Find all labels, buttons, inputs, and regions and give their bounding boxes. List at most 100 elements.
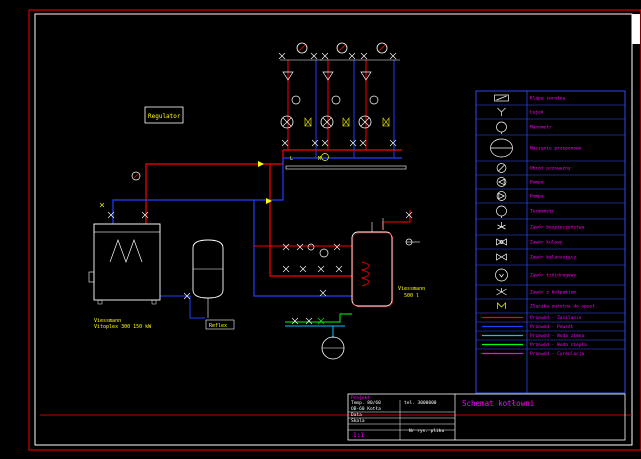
legend-item-label: Złączka zwrotna do spust.: [530, 304, 598, 310]
valve-icon: [317, 317, 325, 325]
legend-item-label: Pompa: [530, 180, 544, 186]
legend-line-label: Przewód - Cyrkulacja: [530, 350, 584, 357]
frame-corner-tab: [632, 14, 640, 44]
valve-icon: [319, 289, 327, 297]
pump-icon: [258, 161, 264, 167]
thermometer-icon: [307, 243, 315, 251]
pump-icon: [266, 198, 272, 204]
boiler: [88, 223, 161, 305]
legend-item-label: Klapa zwrotna: [530, 96, 566, 102]
main-fittings: [99, 161, 413, 325]
burner: [88, 271, 95, 283]
check-valve-icon: [497, 302, 506, 309]
legend-item-label: Pompa: [530, 194, 544, 200]
tb-phone: tel. 3000000: [404, 400, 437, 406]
valve-icon: [299, 265, 307, 273]
circuit-branch-3: [358, 42, 400, 158]
legend-line-label: Przewód - Woda zimna: [530, 332, 584, 339]
legend-item-label: Zawór z kołpakiem: [530, 289, 576, 296]
svg-text:L: L: [290, 156, 293, 162]
valve-icon: [311, 139, 319, 147]
valve-icon: [348, 52, 356, 60]
ball-valve-icon: [496, 238, 507, 246]
valve-icon: [282, 243, 290, 251]
valve-icon: [291, 317, 299, 325]
pump-alt-icon: [496, 191, 507, 201]
three-way-valve-icon: [382, 117, 390, 127]
thermometer-icon: [496, 205, 507, 218]
legend-line-label: Przewód - Zasilanie: [530, 314, 582, 321]
circuit-branch-1: L M: [278, 42, 322, 162]
three-way-valve-icon: [495, 268, 508, 282]
valve-icon: [360, 52, 368, 60]
air-vent-icon: [494, 94, 509, 102]
valve-icon: [333, 243, 341, 251]
expansion-vessel-icon: [490, 138, 513, 158]
manometer-icon: [496, 121, 507, 134]
valve-icon: [359, 139, 367, 147]
valve-icon: [321, 52, 329, 60]
valve-icon: [296, 243, 304, 251]
valve-icon: [282, 265, 290, 273]
tb-scale: 1:1: [353, 432, 364, 439]
expansion-vessel: [192, 239, 224, 318]
storage-tank: [351, 222, 394, 308]
valve-icon: [99, 202, 105, 208]
tb-sheet: Nr rys. pliku: [409, 428, 445, 434]
pump-icon: [496, 177, 507, 187]
valve-icon: [310, 52, 318, 60]
tank-volume: 500 l: [404, 293, 419, 299]
legend-item-label: Zawór trójdrogowy: [530, 272, 576, 279]
legend-table: Klapa zwrotna Lejek Manometr Naczynie przep…: [475, 90, 626, 394]
legend-item-label: Manometr: [530, 125, 552, 131]
valve-icon: [305, 317, 313, 325]
safety-valve-icon: [497, 222, 506, 230]
heating-coil: [360, 261, 370, 287]
sludge-separator: [285, 165, 407, 170]
drawing-title: Schemat kotłowni: [462, 399, 534, 408]
reflex-label: Reflex: [209, 323, 227, 329]
valve-icon: [281, 139, 289, 147]
main-piping: [112, 150, 420, 338]
tb-boiler: OB-60 Kotła: [351, 406, 381, 412]
valve-icon: [389, 139, 397, 147]
legend-item-label: Naczynie przeponowe: [530, 146, 582, 152]
manometer-icon: [321, 153, 329, 161]
three-way-valve-icon: [304, 117, 312, 127]
valve-icon: [389, 52, 397, 60]
boiler-model: Vitoplex 300 150 kW: [94, 324, 152, 330]
valve-icon: [141, 211, 149, 219]
tb-temp: Temp. 80/60: [351, 400, 381, 406]
thermometer-icon: [291, 95, 301, 105]
legend-item-label: Zawór kulowy: [530, 239, 563, 246]
valve-icon: [335, 265, 343, 273]
thermometer-icon: [331, 95, 341, 105]
valve-icon: [321, 139, 329, 147]
boiler-room-schematic: L M Regulator Viessmann Vitoplex 300 150…: [28, 9, 641, 451]
three-way-valve-icon: [342, 117, 350, 127]
cad-drawing: L M Regulator Viessmann Vitoplex 300 150…: [0, 0, 641, 455]
valve-icon: [349, 139, 357, 147]
circuit-branch-2: [320, 42, 360, 158]
safety-valve-icon: [405, 211, 413, 219]
tb-date: Data: [351, 412, 362, 418]
flame-icon: [109, 238, 143, 264]
flow-meter-icon: [496, 163, 507, 173]
tb-scale-label: Skala: [351, 418, 365, 424]
valve-icon: [278, 52, 286, 60]
legend-item-label: Obrót przeważny: [530, 165, 571, 172]
legend-item-label: Zawór balansujący: [530, 254, 576, 261]
tank-brand: Viessmann: [398, 286, 425, 292]
thermometer-icon: [369, 95, 379, 105]
regulator-label: Regulator: [148, 113, 181, 120]
title-block: Projekt Temp. 80/60 tel. 3000000 OB-60 K…: [347, 393, 626, 441]
legend-item-label: Termometr: [530, 209, 555, 215]
legend-item-label: Zawór bezpieczeństwa: [530, 224, 584, 231]
legend-item-label: Lejek: [530, 110, 544, 116]
legend-line-label: Przewód - Woda ciepła: [530, 341, 587, 348]
svg-text:M: M: [318, 156, 321, 162]
pump-icon: [319, 248, 329, 258]
dhw-expansion-vessel: [321, 336, 345, 360]
legend-line-label: Przewód - Powrót: [530, 323, 574, 330]
drain-valve-icon: [496, 288, 507, 296]
